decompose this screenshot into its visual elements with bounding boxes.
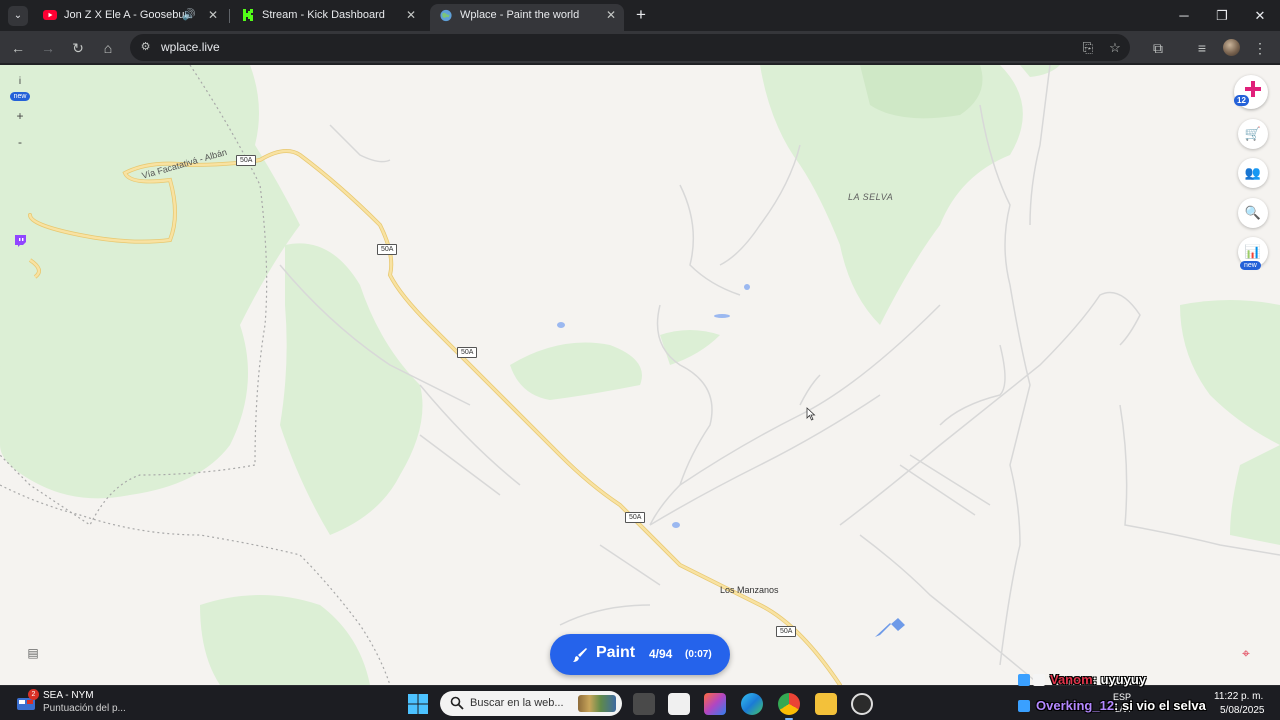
- widget-title: SEA - NYM: [43, 690, 94, 701]
- clock-date[interactable]: 5/08/2025: [1220, 705, 1265, 716]
- widget-subtitle: Puntuación del p...: [43, 703, 126, 714]
- leaderboard-new-badge: new: [1240, 261, 1261, 270]
- edge-icon[interactable]: [741, 693, 763, 715]
- paint-label: Paint: [596, 644, 636, 661]
- forward-button[interactable]: →: [37, 37, 59, 59]
- tab-kick[interactable]: Stream - Kick Dashboard ✕: [232, 4, 424, 31]
- search-placeholder: Buscar en la web...: [470, 697, 564, 709]
- map-layers-icon: ▤: [27, 646, 39, 660]
- menu-kebab-icon[interactable]: ⋮: [1249, 37, 1271, 59]
- store-icon[interactable]: [668, 693, 690, 715]
- chat-message: Overking_12: si vio el selva: [1036, 698, 1206, 713]
- windows-start-icon[interactable]: [408, 694, 428, 714]
- search-globe-icon: 🔍: [1244, 205, 1262, 220]
- tab-title: Wplace - Paint the world: [460, 9, 580, 21]
- info-button[interactable]: i new: [7, 77, 33, 101]
- chat-username: Vanom: [1050, 672, 1093, 687]
- minimize-button[interactable]: ─: [1165, 0, 1203, 31]
- road-shield: 50A: [377, 244, 398, 255]
- pixel-count-badge: 12: [1234, 95, 1249, 106]
- copilot-icon[interactable]: [704, 693, 726, 715]
- file-explorer-icon[interactable]: [815, 693, 837, 715]
- back-button[interactable]: ←: [7, 37, 29, 59]
- map-area-label: LA SELVA: [848, 192, 894, 202]
- paint-button[interactable]: Paint 4/94 (0:07): [550, 634, 730, 675]
- reload-button[interactable]: ↻: [67, 37, 89, 59]
- mouse-cursor-icon: [806, 407, 816, 421]
- tab-youtube[interactable]: Jon Z X Ele A - Goosebump 🔊 ✕: [34, 4, 226, 31]
- paint-charges: 4/94: [649, 647, 673, 661]
- search-location-button[interactable]: 🔍: [1238, 198, 1268, 228]
- maximize-button[interactable]: ❐: [1203, 0, 1241, 31]
- youtube-icon: [43, 10, 57, 20]
- map-town-label: Los Manzanos: [720, 585, 779, 595]
- tab-search-button[interactable]: ⌄: [8, 6, 28, 26]
- info-icon: i: [18, 76, 22, 87]
- road-shield: 50A: [457, 347, 478, 358]
- media-control-icon[interactable]: ≡: [1191, 37, 1213, 59]
- alliance-button[interactable]: 👥: [1238, 158, 1268, 188]
- map-canvas[interactable]: LA SELVA Los Manzanos 50A 50A 50A 50A 50…: [0, 65, 1280, 685]
- info-new-badge: new: [9, 92, 31, 101]
- chat-username: Overking_12: [1036, 698, 1115, 713]
- chat-text: : si vio el selva: [1114, 698, 1206, 713]
- browser-toolbar: ← → ↻ ⌂ ⚙ wplace.live ⎘ ☆ ⧉ ≡ ⋮: [0, 31, 1280, 64]
- close-icon[interactable]: ✕: [406, 4, 416, 27]
- brush-icon: [573, 648, 587, 662]
- road-shield: 50A: [236, 155, 257, 166]
- pixel-info-button[interactable]: ▤: [19, 646, 47, 666]
- window-close-button[interactable]: ✕: [1241, 0, 1279, 31]
- task-view-icon[interactable]: [633, 693, 655, 715]
- kick-icon: [243, 9, 253, 21]
- paint-timer: (0:07): [685, 649, 712, 660]
- road-shield: 50A: [776, 626, 797, 637]
- chrome-icon[interactable]: [778, 693, 800, 720]
- close-icon[interactable]: ✕: [208, 4, 218, 27]
- audio-icon[interactable]: 🔊: [182, 4, 196, 27]
- tab-title: Jon Z X Ele A - Goosebump: [64, 9, 184, 21]
- obs-icon[interactable]: [851, 693, 873, 715]
- extensions-icon[interactable]: ⧉: [1147, 37, 1169, 59]
- chat-badge-icon: [1033, 674, 1045, 686]
- taskbar-search[interactable]: Buscar en la web...: [440, 691, 622, 716]
- close-icon[interactable]: ✕: [606, 4, 616, 27]
- twitch-icon[interactable]: [13, 234, 27, 248]
- shop-cart-button[interactable]: 🛒: [1238, 119, 1268, 149]
- bookmark-star-icon[interactable]: ☆: [1104, 37, 1126, 59]
- site-info-icon[interactable]: ⚙: [138, 40, 153, 55]
- search-icon: [450, 696, 464, 710]
- road-shield: 50A: [625, 512, 646, 523]
- cart-icon: 🛒: [1244, 126, 1262, 141]
- install-app-icon[interactable]: ⎘: [1077, 37, 1099, 59]
- target-icon: ⌖: [1242, 645, 1250, 661]
- tab-strip: ⌄ Jon Z X Ele A - Goosebump 🔊 ✕ Stream -…: [0, 0, 1280, 31]
- leaderboard-icon: 📊: [1244, 244, 1262, 259]
- users-icon: 👥: [1244, 165, 1262, 180]
- locate-me-button[interactable]: ⌖: [1232, 645, 1260, 665]
- search-highlight-image: [578, 695, 616, 712]
- address-bar[interactable]: ⚙ wplace.live ⎘ ☆: [130, 34, 1130, 61]
- notification-badge: 2: [28, 689, 39, 700]
- chat-badge-icon: [1018, 674, 1030, 686]
- new-tab-button[interactable]: +: [632, 4, 650, 26]
- clock-time[interactable]: 11:22 p. m.: [1214, 691, 1263, 702]
- tab-divider: [229, 9, 230, 23]
- pixel-counter-button[interactable]: 12: [1234, 75, 1268, 109]
- profile-avatar[interactable]: [1223, 39, 1240, 56]
- tab-title: Stream - Kick Dashboard: [262, 9, 385, 21]
- tab-wplace[interactable]: Wplace - Paint the world ✕: [430, 4, 624, 31]
- chat-text: : uyuyuy: [1092, 672, 1147, 687]
- url-text[interactable]: wplace.live: [161, 34, 220, 61]
- chat-badge-icon: [1018, 700, 1030, 712]
- zoom-in-button[interactable]: +: [7, 109, 33, 123]
- zoom-out-button[interactable]: -: [7, 135, 33, 149]
- globe-icon: [440, 9, 452, 22]
- chat-message: Vanom: uyuyuy: [1050, 672, 1146, 687]
- home-button[interactable]: ⌂: [97, 37, 119, 59]
